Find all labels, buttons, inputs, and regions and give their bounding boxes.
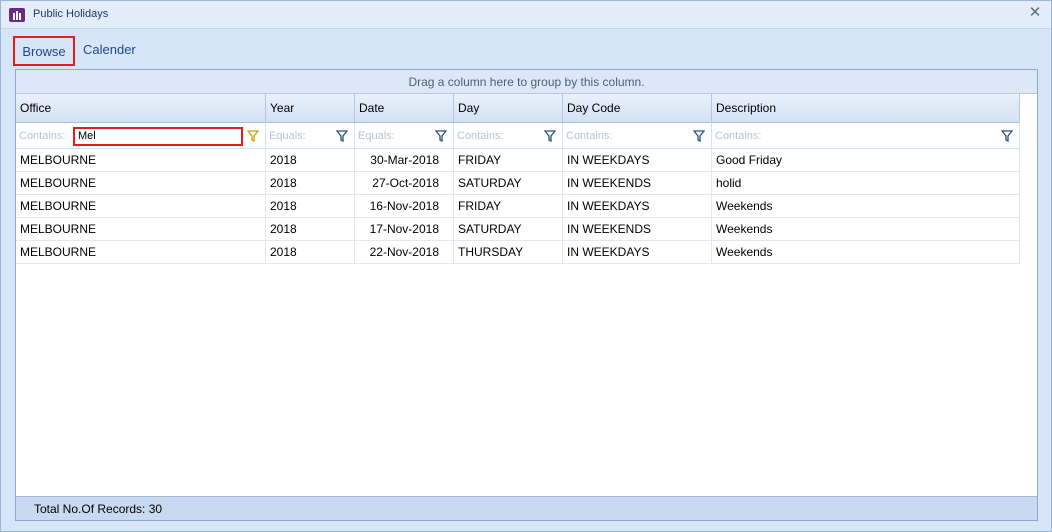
tab-calender[interactable]: Calender xyxy=(77,36,147,66)
filter-cell-date[interactable]: Equals: xyxy=(355,123,454,149)
cell-office: MELBOURNE xyxy=(16,172,266,195)
cell-description: Weekends xyxy=(712,218,1020,241)
filter-operator-day-code: Contains: xyxy=(566,130,613,142)
filter-operator-office: Contains: xyxy=(19,130,66,142)
group-by-panel[interactable]: Drag a column here to group by this colu… xyxy=(16,70,1037,94)
column-header-year[interactable]: Year xyxy=(266,94,355,123)
cell-day: FRIDAY xyxy=(454,149,563,172)
funnel-icon[interactable] xyxy=(247,130,259,142)
funnel-icon[interactable] xyxy=(1001,130,1013,142)
close-icon[interactable]: ✕ xyxy=(1027,5,1043,21)
cell-description: Weekends xyxy=(712,241,1020,264)
filter-cell-day-code[interactable]: Contains: xyxy=(563,123,712,149)
cell-office: MELBOURNE xyxy=(16,195,266,218)
column-header-day[interactable]: Day xyxy=(454,94,563,123)
cell-day-code: IN WEEKDAYS xyxy=(563,241,712,264)
filter-cell-description[interactable]: Contains: xyxy=(712,123,1020,149)
holidays-grid: Drag a column here to group by this colu… xyxy=(15,69,1038,521)
cell-year: 2018 xyxy=(266,149,355,172)
cell-description: holid xyxy=(712,172,1020,195)
filter-operator-year: Equals: xyxy=(269,130,306,142)
filter-cell-day[interactable]: Contains: xyxy=(454,123,563,149)
column-header-office[interactable]: Office xyxy=(16,94,266,123)
cell-date: 30-Mar-2018 xyxy=(355,149,454,172)
table-row[interactable]: MELBOURNE 2018 27-Oct-2018 SATURDAY IN W… xyxy=(16,172,1020,195)
app-logo-icon xyxy=(9,8,25,22)
record-count-footer: Total No.Of Records: 30 xyxy=(16,496,1037,520)
cell-date: 22-Nov-2018 xyxy=(355,241,454,264)
cell-date: 27-Oct-2018 xyxy=(355,172,454,195)
table-row[interactable]: MELBOURNE 2018 30-Mar-2018 FRIDAY IN WEE… xyxy=(16,149,1020,172)
cell-description: Good Friday xyxy=(712,149,1020,172)
filter-cell-office: Contains: Mel xyxy=(16,123,266,149)
title-bar: Public Holidays ✕ xyxy=(1,1,1051,29)
filter-cell-year[interactable]: Equals: xyxy=(266,123,355,149)
cell-office: MELBOURNE xyxy=(16,218,266,241)
grid-filter-row: Contains: Mel Equals: Equals: Contains: … xyxy=(16,123,1020,149)
filter-operator-description: Contains: xyxy=(715,130,762,142)
cell-year: 2018 xyxy=(266,241,355,264)
funnel-icon[interactable] xyxy=(435,130,447,142)
cell-day-code: IN WEEKENDS xyxy=(563,218,712,241)
cell-day-code: IN WEEKDAYS xyxy=(563,195,712,218)
public-holidays-window: Public Holidays ✕ Browse Calender Drag a… xyxy=(0,0,1052,532)
table-row[interactable]: MELBOURNE 2018 16-Nov-2018 FRIDAY IN WEE… xyxy=(16,195,1020,218)
cell-date: 17-Nov-2018 xyxy=(355,218,454,241)
cell-year: 2018 xyxy=(266,218,355,241)
funnel-icon[interactable] xyxy=(336,130,348,142)
column-header-day-code[interactable]: Day Code xyxy=(563,94,712,123)
cell-office: MELBOURNE xyxy=(16,149,266,172)
tab-browse[interactable]: Browse xyxy=(13,36,75,66)
grid-rows: MELBOURNE 2018 30-Mar-2018 FRIDAY IN WEE… xyxy=(16,149,1020,264)
window-title: Public Holidays xyxy=(33,8,109,20)
cell-day: SATURDAY xyxy=(454,172,563,195)
funnel-icon[interactable] xyxy=(693,130,705,142)
cell-day-code: IN WEEKDAYS xyxy=(563,149,712,172)
cell-date: 16-Nov-2018 xyxy=(355,195,454,218)
cell-day: THURSDAY xyxy=(454,241,563,264)
column-header-date[interactable]: Date xyxy=(355,94,454,123)
office-filter-input[interactable]: Mel xyxy=(73,127,243,146)
cell-day: FRIDAY xyxy=(454,195,563,218)
table-row[interactable]: MELBOURNE 2018 17-Nov-2018 SATURDAY IN W… xyxy=(16,218,1020,241)
column-header-description[interactable]: Description xyxy=(712,94,1020,123)
cell-office: MELBOURNE xyxy=(16,241,266,264)
cell-day: SATURDAY xyxy=(454,218,563,241)
filter-operator-day: Contains: xyxy=(457,130,504,142)
table-row[interactable]: MELBOURNE 2018 22-Nov-2018 THURSDAY IN W… xyxy=(16,241,1020,264)
grid-header-row: Office Year Date Day Day Code Descriptio… xyxy=(16,94,1020,123)
cell-day-code: IN WEEKENDS xyxy=(563,172,712,195)
cell-year: 2018 xyxy=(266,195,355,218)
filter-operator-date: Equals: xyxy=(358,130,395,142)
funnel-icon[interactable] xyxy=(544,130,556,142)
cell-year: 2018 xyxy=(266,172,355,195)
cell-description: Weekends xyxy=(712,195,1020,218)
